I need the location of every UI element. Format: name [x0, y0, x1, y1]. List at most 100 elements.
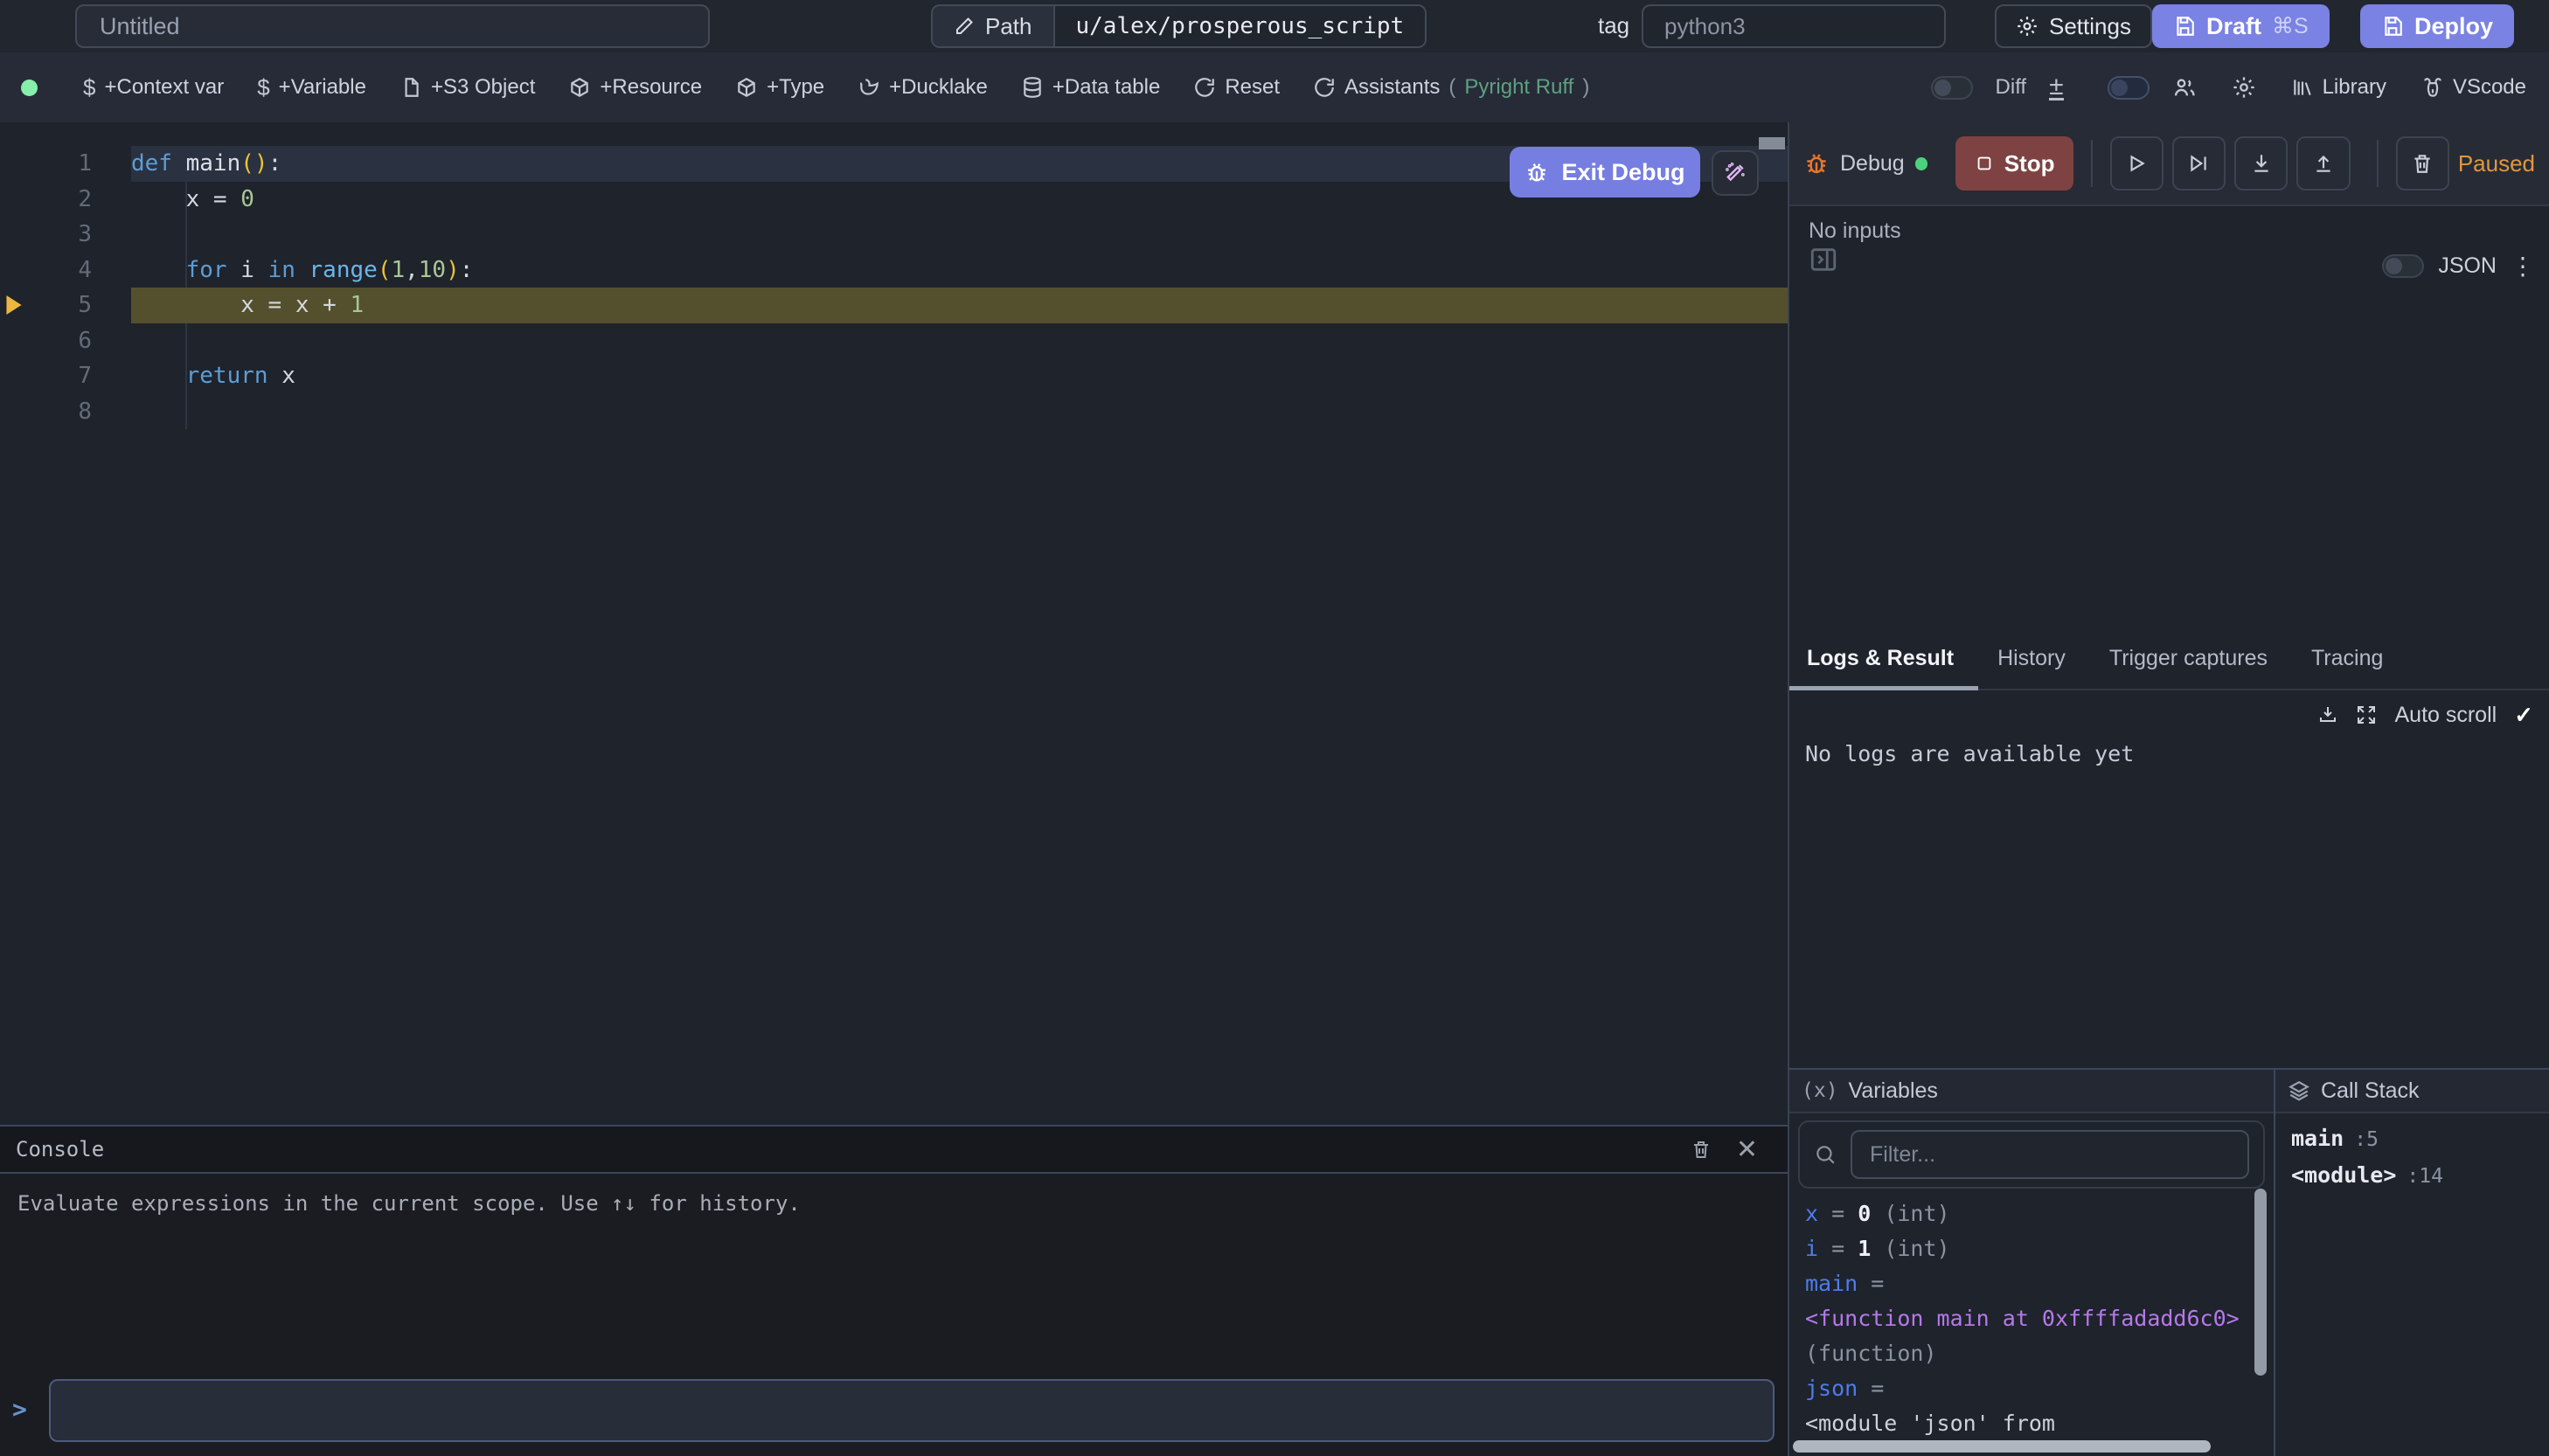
add-s3-object-label: +S3 Object — [431, 75, 535, 100]
add-s3-object-button[interactable]: +S3 Object — [399, 75, 535, 100]
play-icon — [2125, 152, 2148, 175]
debug-active-dot — [1915, 157, 1928, 170]
json-toggle[interactable] — [2382, 254, 2424, 278]
variable-row[interactable]: json = — [1805, 1370, 2274, 1405]
add-resource-button[interactable]: +Resource — [568, 75, 702, 100]
variables-filter-input[interactable] — [1851, 1130, 2249, 1179]
code-line-3[interactable]: 3 — [0, 217, 1788, 253]
settings-label: Settings — [2049, 13, 2131, 40]
variables-vertical-scrollbar[interactable] — [2254, 1189, 2267, 1376]
tab-history[interactable]: History — [1997, 627, 2066, 689]
code-line-4[interactable]: 4 for i in range(1,10): — [0, 253, 1788, 288]
draft-button[interactable]: Draft ⌘S — [2152, 4, 2330, 48]
gear-icon[interactable] — [2232, 75, 2256, 100]
paused-status: Paused — [2458, 150, 2535, 177]
step-over-button[interactable] — [2172, 136, 2226, 191]
line-number: 3 — [37, 221, 131, 247]
toolbar-left-group: $ +Context var $ +Variable +S3 Object +R… — [83, 74, 1589, 101]
code-line-5[interactable]: 5 x = x + 1 — [0, 288, 1788, 323]
code-line-7[interactable]: 7 return x — [0, 358, 1788, 394]
vscode-label: VScode — [2453, 75, 2526, 100]
step-into-button[interactable] — [2234, 136, 2288, 191]
dollar-icon: $ — [83, 74, 95, 101]
kebab-menu-icon[interactable]: ⋮ — [2511, 254, 2535, 279]
tab-tracing[interactable]: Tracing — [2311, 627, 2383, 689]
divider — [2091, 140, 2093, 187]
deploy-button[interactable]: Deploy — [2360, 4, 2514, 48]
library-button[interactable]: Library — [2291, 75, 2386, 100]
collab-toggle[interactable] — [2108, 76, 2150, 100]
variable-row[interactable]: <function main at 0xffffadadd6c0> — [1805, 1300, 2274, 1335]
save-icon — [2173, 15, 2196, 38]
duck-icon — [858, 76, 880, 99]
stop-button[interactable]: Stop — [1955, 136, 2073, 191]
add-type-button[interactable]: +Type — [735, 75, 824, 100]
add-data-table-button[interactable]: +Data table — [1021, 75, 1160, 100]
variable-row[interactable]: main = — [1805, 1265, 2274, 1300]
settings-button[interactable]: Settings — [1995, 4, 2152, 48]
close-icon[interactable]: ✕ — [1736, 1134, 1758, 1165]
download-icon[interactable] — [2317, 704, 2338, 725]
tag-label: tag — [1598, 12, 1629, 39]
console-actions: ✕ — [1691, 1134, 1758, 1165]
variables-panel: (x) Variables x = 0 (int)i = 1 (int)main… — [1789, 1070, 2275, 1456]
ai-wand-button[interactable] — [1712, 150, 1759, 196]
refresh-icon — [1193, 76, 1216, 99]
path-value[interactable]: u/alex/prosperous_script — [1053, 6, 1426, 46]
windmill-script-editor: Path u/alex/prosperous_script tag Settin… — [0, 0, 2549, 1456]
tag-input[interactable] — [1642, 4, 1946, 48]
script-title-input[interactable] — [75, 4, 710, 48]
no-logs-text: No logs are available yet — [1805, 741, 2134, 766]
users-icon[interactable] — [2172, 75, 2197, 100]
plus-minus-icon[interactable]: ± — [2049, 74, 2063, 101]
diff-toggle[interactable] — [1931, 76, 1973, 100]
play-to-next-icon — [2187, 152, 2210, 175]
call-stack-frame[interactable]: <module>:14 — [2291, 1162, 2549, 1199]
path-control[interactable]: Path u/alex/prosperous_script — [931, 4, 1427, 48]
add-variable-button[interactable]: $ +Variable — [257, 74, 366, 101]
assistants-button[interactable]: Assistants ( Pyright Ruff ) — [1313, 75, 1589, 100]
file-icon — [399, 76, 422, 99]
vscode-button[interactable]: VScode — [2421, 75, 2526, 100]
deploy-label: Deploy — [2414, 13, 2493, 40]
stop-label: Stop — [2004, 150, 2055, 177]
debug-panel: Debug Stop — [1788, 122, 2549, 1456]
logs-toolbar: Auto scroll ✓ — [1789, 696, 2549, 734]
variable-row[interactable]: <module 'json' from — [1805, 1405, 2274, 1440]
tab-trigger-captures[interactable]: Trigger captures — [2109, 627, 2268, 689]
variable-row[interactable]: (function) — [1805, 1335, 2274, 1370]
clear-debug-button[interactable] — [2396, 136, 2449, 191]
code-line-6[interactable]: 6 — [0, 323, 1788, 359]
prompt-chevron: > — [12, 1395, 27, 1424]
variable-row[interactable]: x = 0 (int) — [1805, 1196, 2274, 1231]
gear-icon — [2016, 15, 2039, 38]
add-ducklake-button[interactable]: +Ducklake — [858, 75, 988, 100]
check-icon[interactable]: ✓ — [2514, 702, 2533, 729]
continue-button[interactable] — [2110, 136, 2164, 191]
expand-icon[interactable] — [2356, 704, 2377, 725]
variables-horizontal-scrollbar[interactable] — [1793, 1440, 2211, 1453]
step-out-button[interactable] — [2296, 136, 2350, 191]
path-edit-button[interactable]: Path — [933, 6, 1053, 46]
exit-debug-button[interactable]: Exit Debug — [1510, 147, 1700, 198]
code-line-8[interactable]: 8 — [0, 394, 1788, 430]
refresh-icon — [1313, 76, 1336, 99]
line-number: 5 — [37, 292, 131, 318]
search-icon — [1814, 1143, 1837, 1166]
editor-scrollbar-thumb[interactable] — [1759, 137, 1785, 149]
code-text: for i in range(1,10): — [131, 253, 1788, 288]
trash-icon — [2411, 152, 2434, 175]
add-context-var-button[interactable]: $ +Context var — [83, 74, 224, 101]
variable-row[interactable]: i = 1 (int) — [1805, 1231, 2274, 1265]
tab-logs-result[interactable]: Logs & Result — [1807, 627, 1954, 689]
json-toggle-row: JSON ⋮ — [2382, 253, 2535, 279]
trash-icon[interactable] — [1691, 1139, 1712, 1160]
call-stack-frame[interactable]: main:5 — [2291, 1126, 2549, 1162]
save-icon — [2381, 15, 2404, 38]
code-editor[interactable]: 1def main():2 x = 034 for i in range(1,1… — [0, 122, 1788, 1125]
draft-shortcut: ⌘S — [2272, 13, 2309, 39]
reset-button[interactable]: Reset — [1193, 75, 1280, 100]
console-input[interactable] — [49, 1379, 1775, 1442]
debug-console: Console ✕ Evaluate expressions in the cu… — [0, 1125, 1788, 1456]
variables-title: Variables — [1849, 1078, 1938, 1104]
